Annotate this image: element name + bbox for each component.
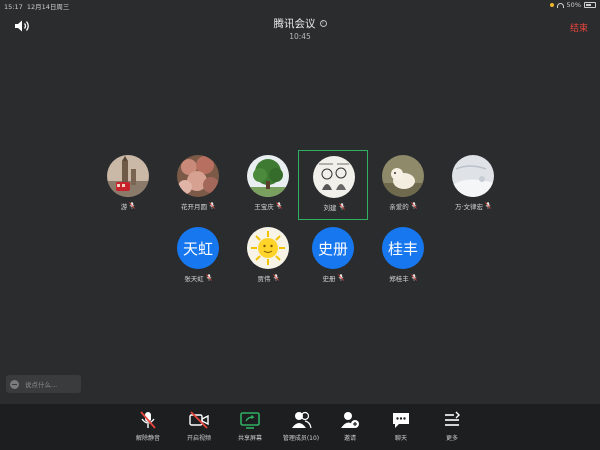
- participant-name: 亲爱的: [368, 201, 438, 211]
- mic-muted-icon: [337, 273, 344, 283]
- mic-muted-icon: [485, 201, 491, 211]
- status-bar: 15:17 12月14日周三 50%: [0, 0, 600, 11]
- meeting-header: 腾讯会议 i 10:45 结束: [0, 10, 600, 41]
- chat-icon: [376, 410, 426, 430]
- mic-muted-icon: [205, 273, 212, 283]
- participant-tile[interactable]: 天虹 张天虹: [163, 222, 233, 292]
- battery-percent: 50%: [566, 1, 581, 9]
- video-off-icon: [174, 410, 224, 430]
- mic-muted-icon: [410, 201, 417, 211]
- toolbar-label: 解除静音: [135, 435, 160, 442]
- avatar: [382, 155, 424, 197]
- more-icon: [427, 410, 477, 430]
- toolbar-button-video-off[interactable]: 开启视频: [174, 410, 224, 442]
- participant-tile[interactable]: 史册 史册: [298, 222, 368, 292]
- avatar: [247, 227, 289, 269]
- meeting-title-area[interactable]: 腾讯会议 i 10:45: [200, 12, 400, 41]
- participant-name: 郑桂丰: [368, 273, 438, 283]
- participant-name: 张天虹: [163, 273, 233, 283]
- meeting-title: 腾讯会议: [273, 18, 316, 30]
- share-screen-icon: [225, 410, 275, 430]
- participant-tile[interactable]: 刘建: [298, 150, 368, 220]
- toolbar-label: 共享屏幕: [237, 435, 262, 442]
- avatar: 史册: [312, 227, 354, 269]
- avatar: [452, 155, 494, 197]
- participant-name: 王宝庆: [233, 201, 303, 211]
- avatar: [177, 155, 219, 197]
- participant-tile[interactable]: 桂丰 郑桂丰: [368, 222, 438, 292]
- mic-muted-icon: [129, 201, 136, 211]
- members-icon: [276, 410, 326, 430]
- avatar: [247, 155, 289, 197]
- mic-off-icon: [123, 410, 173, 430]
- participant-name: 花开月圆: [163, 201, 233, 211]
- toolbar-button-invite[interactable]: 邀请: [325, 410, 375, 442]
- participant-tile[interactable]: 王宝庆: [233, 150, 303, 220]
- info-icon[interactable]: i: [319, 20, 327, 27]
- meeting-timer: 10:45: [289, 32, 311, 41]
- toolbar-label: 管理成员(10): [282, 435, 320, 442]
- participant-name: 游: [93, 201, 163, 211]
- toolbar-button-mic-off[interactable]: 解除静音: [123, 410, 173, 442]
- avatar: 桂丰: [382, 227, 424, 269]
- invite-icon: [325, 410, 375, 430]
- toolbar-button-members[interactable]: 管理成员(10): [276, 410, 326, 442]
- participant-tile[interactable]: 游: [93, 150, 163, 220]
- participant-tile[interactable]: 花开月圆: [163, 150, 233, 220]
- wifi-icon: [556, 2, 564, 8]
- chat-box[interactable]: 说点什么...: [6, 375, 81, 393]
- toolbar-label: 邀请: [343, 435, 356, 442]
- battery-icon: [584, 2, 596, 8]
- participant-name: 刘建: [299, 202, 369, 212]
- mic-muted-icon: [338, 202, 345, 212]
- bottom-toolbar: 解除静音 开启视频 共享屏幕 管理成员(10) 邀请 聊天 更多: [0, 404, 600, 450]
- status-right: 50%: [549, 1, 596, 9]
- speaker-icon[interactable]: [14, 18, 32, 32]
- mic-muted-icon: [272, 273, 279, 283]
- avatar: [107, 155, 149, 197]
- participant-tile[interactable]: 万·文律宏: [438, 150, 508, 220]
- participant-name: 史册: [298, 273, 368, 283]
- toolbar-button-chat[interactable]: 聊天: [376, 410, 426, 442]
- location-icon: [549, 3, 554, 7]
- mic-muted-icon: [275, 201, 282, 211]
- toolbar-label: 聊天: [394, 435, 407, 442]
- chat-bubble-icon: [10, 379, 19, 389]
- end-meeting-button[interactable]: 结束: [570, 21, 588, 34]
- participant-tile[interactable]: 贾伟: [233, 222, 303, 292]
- mic-muted-icon: [410, 273, 417, 283]
- toolbar-label: 开启视频: [186, 435, 211, 442]
- avatar: [313, 156, 355, 198]
- chat-input[interactable]: 说点什么...: [25, 379, 57, 389]
- participant-grid: 游花开月圆 王宝庆 刘建 亲爱的 万·文律宏 天虹 张天虹 贾伟 史册 史册 桂丰 郑桂丰: [0, 0, 600, 450]
- participant-name: 万·文律宏: [438, 201, 508, 211]
- avatar: 天虹: [177, 227, 219, 269]
- participant-name: 贾伟: [233, 273, 303, 283]
- toolbar-button-share-screen[interactable]: 共享屏幕: [225, 410, 275, 442]
- mic-muted-icon: [209, 201, 215, 211]
- participant-tile[interactable]: 亲爱的: [368, 150, 438, 220]
- toolbar-label: 更多: [445, 435, 458, 442]
- toolbar-button-more[interactable]: 更多: [427, 410, 477, 442]
